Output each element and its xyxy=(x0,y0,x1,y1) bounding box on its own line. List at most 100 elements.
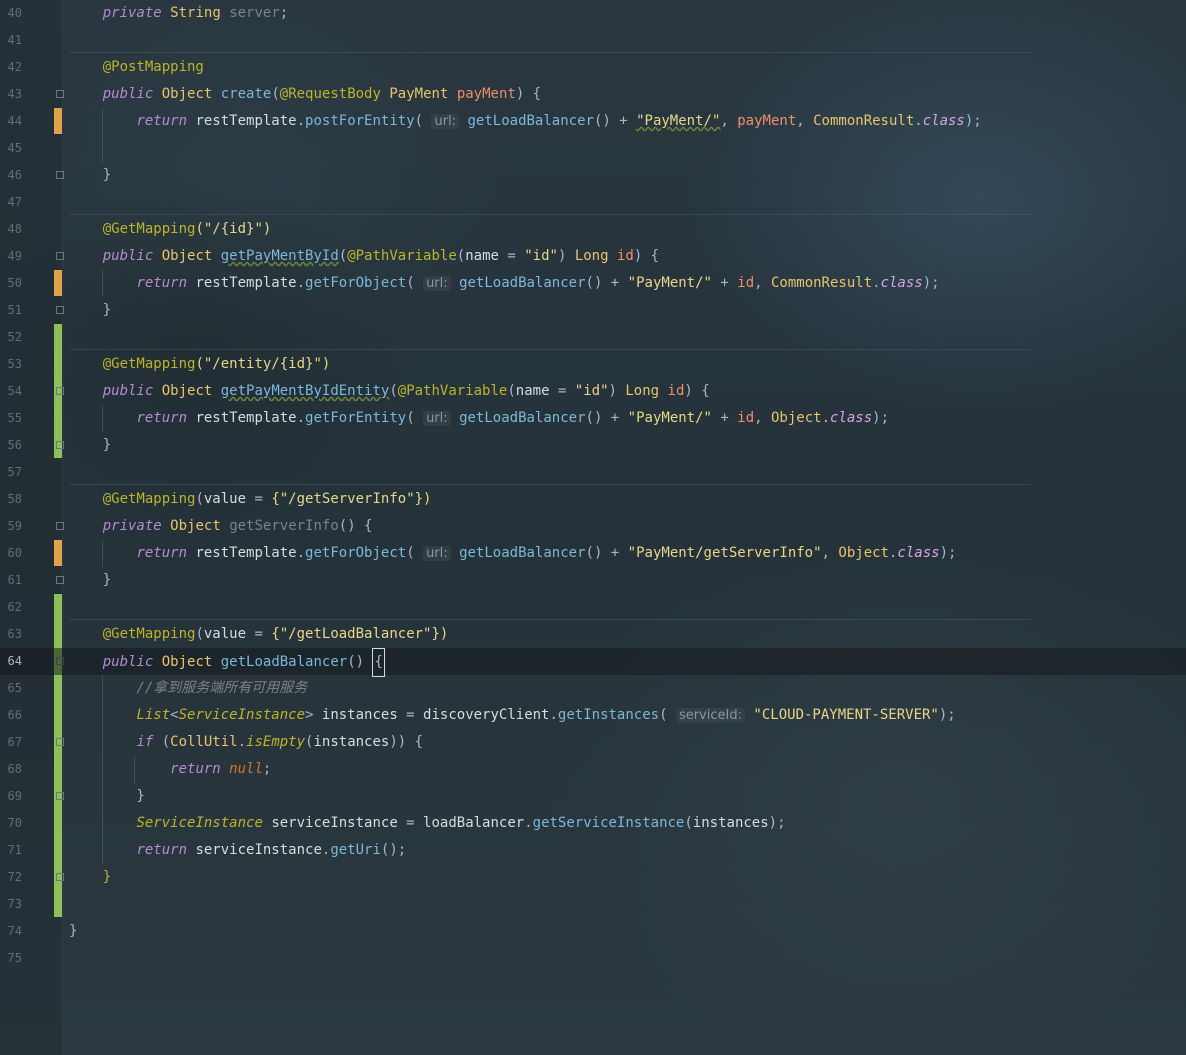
code-line[interactable]: 48 @GetMapping("/{id}") xyxy=(0,216,1186,243)
code-text[interactable]: @GetMapping("/{id}") xyxy=(69,216,272,243)
code-line[interactable]: 46 } xyxy=(0,162,1186,189)
code-line[interactable]: 55 return restTemplate.getForEntity( url… xyxy=(0,405,1186,432)
line-number: 67 xyxy=(7,735,22,749)
code-line[interactable]: 41 xyxy=(0,27,1186,54)
line-number: 47 xyxy=(7,195,22,209)
code-text[interactable]: return serviceInstance.getUri(); xyxy=(69,837,406,864)
code-line[interactable]: 56 } xyxy=(0,432,1186,459)
code-line[interactable]: 52 xyxy=(0,324,1186,351)
code-line[interactable]: 49 public Object getPayMentById(@PathVar… xyxy=(0,243,1186,270)
line-number: 40 xyxy=(7,6,22,20)
code-text[interactable]: public Object getPayMentById(@PathVariab… xyxy=(69,243,659,270)
current-code-line[interactable]: 64 public Object getLoadBalancer() { xyxy=(0,648,1186,677)
line-number: 43 xyxy=(7,87,22,101)
code-text[interactable]: return restTemplate.postForEntity( url: … xyxy=(69,108,982,135)
code-text[interactable]: return restTemplate.getForEntity( url: g… xyxy=(69,405,889,432)
line-number: 49 xyxy=(7,249,22,263)
code-text[interactable]: return restTemplate.getForObject( url: g… xyxy=(69,540,956,567)
line-number: 58 xyxy=(7,492,22,506)
code-line[interactable]: 65 //拿到服务端所有可用服务 xyxy=(0,675,1186,702)
line-number: 54 xyxy=(7,384,22,398)
line-number: 61 xyxy=(7,573,22,587)
code-line[interactable]: 73 xyxy=(0,891,1186,918)
line-number: 75 xyxy=(7,951,22,965)
code-text[interactable]: public Object getLoadBalancer() { xyxy=(69,648,385,677)
parameter-hint: serviceId: xyxy=(675,708,745,723)
code-line[interactable]: 60 return restTemplate.getForObject( url… xyxy=(0,540,1186,567)
code-text[interactable]: public Object create(@RequestBody PayMen… xyxy=(69,81,541,108)
code-line[interactable]: 43 public Object create(@RequestBody Pay… xyxy=(0,81,1186,108)
code-text[interactable]: return null; xyxy=(69,756,271,783)
code-line[interactable]: 61 } xyxy=(0,567,1186,594)
line-number: 73 xyxy=(7,897,22,911)
code-text[interactable]: public Object getPayMentByIdEntity(@Path… xyxy=(69,378,710,405)
code-line[interactable]: 45 xyxy=(0,135,1186,162)
code-text[interactable]: } xyxy=(69,783,144,810)
code-line[interactable]: 63 @GetMapping(value = {"/getLoadBalance… xyxy=(0,621,1186,648)
code-line[interactable]: 40 private String server; xyxy=(0,0,1186,27)
code-line[interactable]: 66 List<ServiceInstance> instances = dis… xyxy=(0,702,1186,729)
code-line[interactable]: 42 @PostMapping xyxy=(0,54,1186,81)
line-number: 71 xyxy=(7,843,22,857)
code-line[interactable]: 75 xyxy=(0,945,1186,972)
line-number: 68 xyxy=(7,762,22,776)
line-number: 65 xyxy=(7,681,22,695)
line-number: 41 xyxy=(7,33,22,47)
parameter-hint: url: xyxy=(423,276,451,291)
code-line[interactable]: 69 } xyxy=(0,783,1186,810)
code-line[interactable]: 59 private Object getServerInfo() { xyxy=(0,513,1186,540)
code-text[interactable]: } xyxy=(69,864,111,891)
line-number: 59 xyxy=(7,519,22,533)
line-number: 46 xyxy=(7,168,22,182)
code-text[interactable]: } xyxy=(69,567,111,594)
code-text[interactable]: } xyxy=(69,297,111,324)
code-text[interactable]: } xyxy=(69,162,111,189)
code-comment: //拿到服务端所有可用服务 xyxy=(136,680,308,696)
code-line[interactable]: 54 public Object getPayMentByIdEntity(@P… xyxy=(0,378,1186,405)
line-number: 44 xyxy=(7,114,22,128)
code-text[interactable]: ServiceInstance serviceInstance = loadBa… xyxy=(69,810,785,837)
code-line[interactable]: 71 return serviceInstance.getUri(); xyxy=(0,837,1186,864)
code-line[interactable]: 67 if (CollUtil.isEmpty(instances)) { xyxy=(0,729,1186,756)
code-text[interactable]: @GetMapping(value = {"/getServerInfo"}) xyxy=(69,486,432,513)
line-number: 45 xyxy=(7,141,22,155)
line-number: 56 xyxy=(7,438,22,452)
code-text[interactable]: } xyxy=(69,918,77,945)
code-line[interactable]: 58 @GetMapping(value = {"/getServerInfo"… xyxy=(0,486,1186,513)
line-number: 66 xyxy=(7,708,22,722)
line-number: 55 xyxy=(7,411,22,425)
line-number: 63 xyxy=(7,627,22,641)
code-line[interactable]: 74 } xyxy=(0,918,1186,945)
code-text[interactable]: } xyxy=(69,432,111,459)
line-number: 57 xyxy=(7,465,22,479)
code-line[interactable]: 47 xyxy=(0,189,1186,216)
code-line[interactable]: 68 return null; xyxy=(0,756,1186,783)
code-line[interactable]: 62 xyxy=(0,594,1186,621)
line-number: 74 xyxy=(7,924,22,938)
code-line[interactable]: 44 return restTemplate.postForEntity( ur… xyxy=(0,108,1186,135)
line-number: 48 xyxy=(7,222,22,236)
parameter-hint: url: xyxy=(423,546,451,561)
code-text[interactable]: private String server; xyxy=(69,0,288,27)
line-number: 50 xyxy=(7,276,22,290)
code-text[interactable]: @GetMapping(value = {"/getLoadBalancer"}… xyxy=(69,621,449,648)
code-text[interactable]: List<ServiceInstance> instances = discov… xyxy=(69,702,956,729)
code-line[interactable]: 53 @GetMapping("/entity/{id}") xyxy=(0,351,1186,378)
code-line[interactable]: 51 } xyxy=(0,297,1186,324)
line-number: 51 xyxy=(7,303,22,317)
code-line[interactable]: 72 } xyxy=(0,864,1186,891)
code-line[interactable]: 57 xyxy=(0,459,1186,486)
line-number: 42 xyxy=(7,60,22,74)
code-text[interactable]: @PostMapping xyxy=(69,54,204,81)
code-text[interactable]: private Object getServerInfo() { xyxy=(69,513,373,540)
code-line[interactable]: 50 return restTemplate.getForObject( url… xyxy=(0,270,1186,297)
code-line[interactable]: 70 ServiceInstance serviceInstance = loa… xyxy=(0,810,1186,837)
code-text[interactable]: //拿到服务端所有可用服务 xyxy=(69,675,307,702)
line-number: 64 xyxy=(7,654,22,668)
code-text[interactable]: @GetMapping("/entity/{id}") xyxy=(69,351,331,378)
code-text[interactable]: return restTemplate.getForObject( url: g… xyxy=(69,270,940,297)
code-text[interactable]: if (CollUtil.isEmpty(instances)) { xyxy=(69,729,423,756)
line-number: 72 xyxy=(7,870,22,884)
parameter-hint: url: xyxy=(423,411,451,426)
line-number: 52 xyxy=(7,330,22,344)
